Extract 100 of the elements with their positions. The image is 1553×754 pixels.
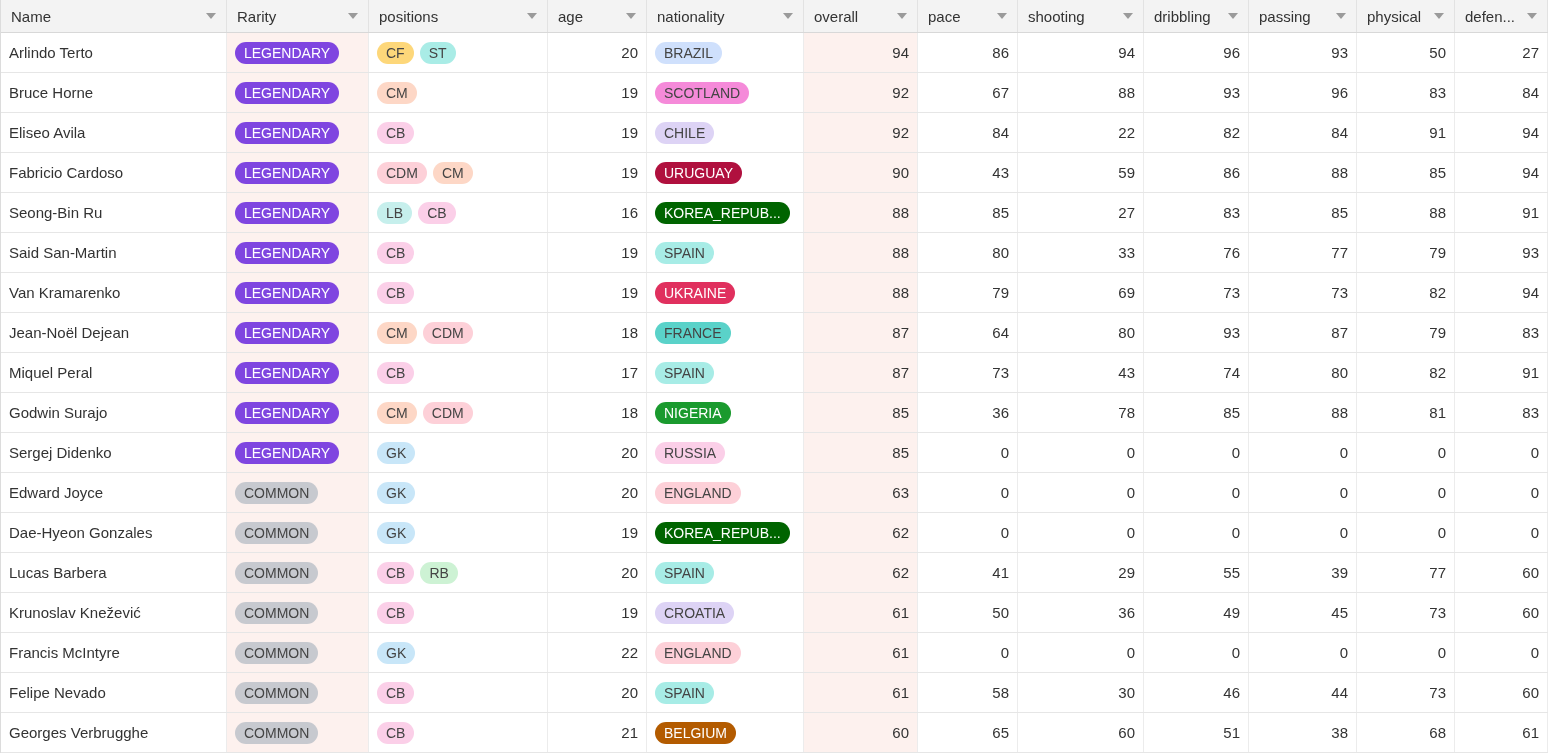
tag: COMMON <box>235 561 319 584</box>
table-cell: 0 <box>918 513 1018 552</box>
tag: LEGENDARY <box>235 401 340 424</box>
column-header[interactable]: physical <box>1357 0 1455 32</box>
table-cell: 94 <box>1455 273 1548 312</box>
tag: GK <box>377 521 416 544</box>
table-cell: 60 <box>804 713 918 752</box>
table-cell: 27 <box>1455 33 1548 72</box>
table-cell: 83 <box>1455 313 1548 352</box>
column-header[interactable]: age <box>548 0 647 32</box>
column-header[interactable]: dribbling <box>1144 0 1249 32</box>
column-header[interactable]: passing <box>1249 0 1357 32</box>
sort-caret-icon[interactable] <box>1228 13 1238 19</box>
table-cell: 76 <box>1144 233 1249 272</box>
table-cell: 0 <box>1018 473 1144 512</box>
column-header[interactable]: nationality <box>647 0 804 32</box>
table-cell: 84 <box>1249 113 1357 152</box>
sort-caret-icon[interactable] <box>1434 13 1444 19</box>
tag: COMMON <box>235 521 319 544</box>
sort-caret-icon[interactable] <box>348 13 358 19</box>
table-cell: 0 <box>1357 473 1455 512</box>
table-cell: 49 <box>1144 593 1249 632</box>
table-cell: 44 <box>1249 673 1357 712</box>
table-cell: 61 <box>804 593 918 632</box>
sort-caret-icon[interactable] <box>897 13 907 19</box>
tag: BELGIUM <box>655 721 736 744</box>
table-cell: 21 <box>548 713 647 752</box>
table-cell: 96 <box>1144 33 1249 72</box>
sort-caret-icon[interactable] <box>783 13 793 19</box>
table-cell: 38 <box>1249 713 1357 752</box>
tag: COMMON <box>235 721 319 744</box>
tag: CM <box>377 81 417 104</box>
table-cell: 94 <box>1455 153 1548 192</box>
table-cell: 73 <box>918 353 1018 392</box>
tag: LEGENDARY <box>235 201 340 224</box>
tag: CB <box>377 721 415 744</box>
table-cell: 93 <box>1455 233 1548 272</box>
tag: LEGENDARY <box>235 361 340 384</box>
tag: BRAZIL <box>655 41 722 64</box>
table-cell: 79 <box>1357 313 1455 352</box>
sort-caret-icon[interactable] <box>527 13 537 19</box>
tag: SPAIN <box>655 361 714 384</box>
tag: SPAIN <box>655 561 714 584</box>
tag: CB <box>418 201 456 224</box>
column-header[interactable]: overall <box>804 0 918 32</box>
table-cell: 80 <box>1018 313 1144 352</box>
table-cell: 0 <box>918 473 1018 512</box>
tag: ENGLAND <box>655 481 741 504</box>
table-cell: 0 <box>1455 633 1548 672</box>
tag: LEGENDARY <box>235 41 340 64</box>
table-cell: 29 <box>1018 553 1144 592</box>
column-header[interactable]: positions <box>369 0 548 32</box>
sort-caret-icon[interactable] <box>1527 13 1537 19</box>
tag: LEGENDARY <box>235 81 340 104</box>
table-cell: 85 <box>1249 193 1357 232</box>
table-cell: 82 <box>1144 113 1249 152</box>
table-cell: 88 <box>1249 153 1357 192</box>
tag: CDM <box>422 321 473 344</box>
tag: LEGENDARY <box>235 121 340 144</box>
table-cell: 0 <box>918 433 1018 472</box>
table-cell: 92 <box>804 113 918 152</box>
column-header[interactable]: shooting <box>1018 0 1144 32</box>
table-cell: 0 <box>1357 433 1455 472</box>
column-header[interactable]: Rarity <box>227 0 369 32</box>
sort-caret-icon[interactable] <box>997 13 1007 19</box>
table-cell: 27 <box>1018 193 1144 232</box>
table-cell: 0 <box>1144 473 1249 512</box>
table-cell: 86 <box>1144 153 1249 192</box>
table-cell: 45 <box>1249 593 1357 632</box>
tag: LEGENDARY <box>235 281 340 304</box>
sort-caret-icon[interactable] <box>1336 13 1346 19</box>
table-cell: 94 <box>1018 33 1144 72</box>
table-cell: 94 <box>804 33 918 72</box>
table-cell: 85 <box>804 433 918 472</box>
table-cell: 93 <box>1249 33 1357 72</box>
table-cell: 61 <box>804 633 918 672</box>
table-cell: 88 <box>804 193 918 232</box>
table-cell: 59 <box>1018 153 1144 192</box>
table-cell: 60 <box>1455 553 1548 592</box>
table-cell: 82 <box>1357 353 1455 392</box>
table-cell: 19 <box>548 273 647 312</box>
column-header[interactable]: Name <box>1 0 227 32</box>
table-cell: 87 <box>804 353 918 392</box>
sort-caret-icon[interactable] <box>1123 13 1133 19</box>
table-cell: 88 <box>1357 193 1455 232</box>
column-header[interactable]: pace <box>918 0 1018 32</box>
table-cell: 88 <box>1018 73 1144 112</box>
tag: SPAIN <box>655 681 714 704</box>
table-cell: 93 <box>1144 313 1249 352</box>
tag: ST <box>419 41 456 64</box>
column-header[interactable]: defen... <box>1455 0 1548 32</box>
table-cell: 58 <box>918 673 1018 712</box>
table-cell: 79 <box>1357 233 1455 272</box>
tag: RB <box>420 561 458 584</box>
table-cell: 36 <box>918 393 1018 432</box>
table-cell: 22 <box>548 633 647 672</box>
table-cell: 83 <box>1455 393 1548 432</box>
sort-caret-icon[interactable] <box>206 13 216 19</box>
table-cell: 0 <box>1249 473 1357 512</box>
sort-caret-icon[interactable] <box>626 13 636 19</box>
